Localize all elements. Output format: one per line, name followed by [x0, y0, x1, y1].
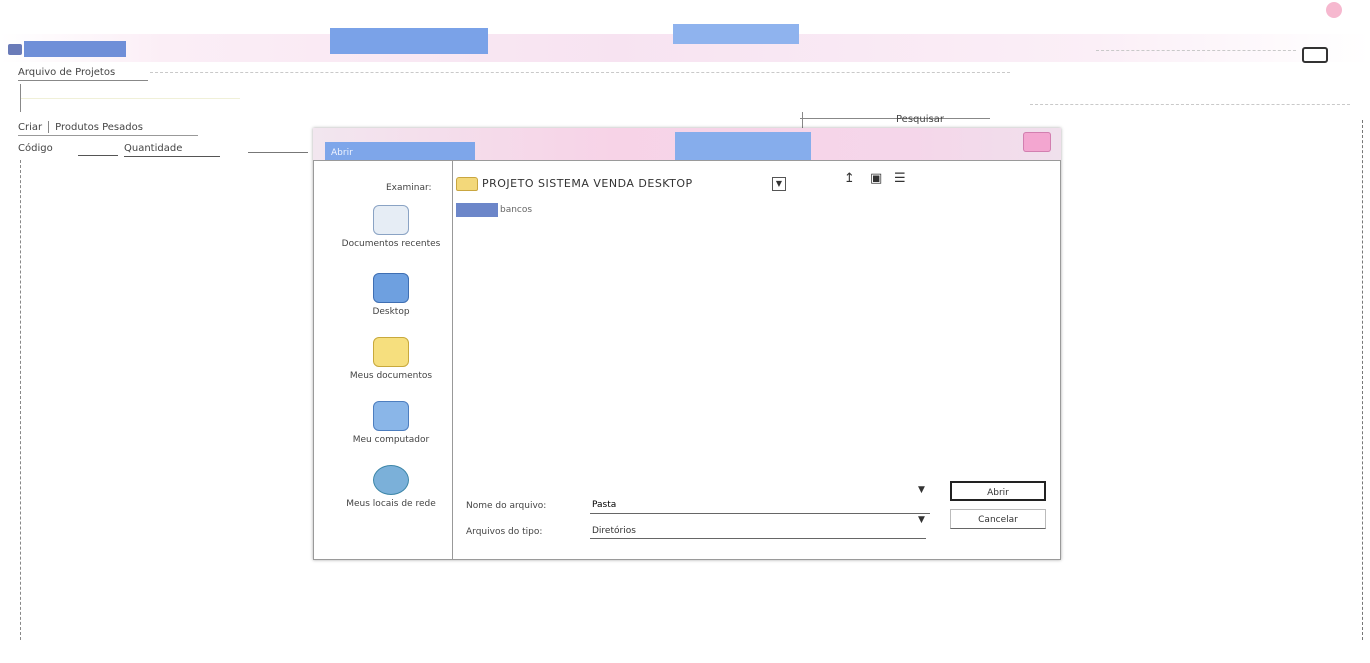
file-name: bancos: [500, 205, 533, 215]
tab-produtos[interactable]: Produtos Pesados: [55, 122, 143, 133]
my-computer-icon: [373, 401, 409, 431]
look-in-combobox[interactable]: PROJETO SISTEMA VENDA DESKTOP: [482, 175, 782, 193]
look-in-label: Examinar:: [386, 183, 432, 193]
frame-border: [1362, 120, 1363, 640]
dialog-titlebar[interactable]: Abrir: [313, 128, 1061, 164]
close-button[interactable]: [1023, 132, 1051, 152]
list-item[interactable]: bancos: [456, 203, 558, 217]
app-titlebar-highlight: [673, 24, 799, 44]
places-bar: Examinar: Documentos recentes Desktop Me…: [314, 161, 453, 559]
place-label: Meus locais de rede: [346, 499, 436, 509]
file-list[interactable]: bancos: [454, 195, 1058, 505]
place-my-documents[interactable]: Meus documentos: [332, 337, 450, 382]
dialog-titlebar-highlight: [675, 132, 811, 160]
quantidade-label: Quantidade: [124, 143, 183, 154]
pesquisar-label: Pesquisar: [896, 114, 944, 125]
codigo-input[interactable]: [78, 143, 118, 156]
tab-divider: [18, 135, 198, 136]
open-dialog: Abrir Examinar: Documentos recentes Desk…: [313, 128, 1061, 560]
file-type-label: Arquivos do tipo:: [466, 527, 543, 537]
chevron-down-icon[interactable]: ▼: [772, 177, 786, 191]
new-folder-icon[interactable]: ▣: [870, 171, 882, 186]
divider: [20, 98, 240, 99]
file-type-select[interactable]: Diretórios: [590, 523, 926, 539]
menu-bar[interactable]: Arquivo de Projetos: [18, 67, 115, 78]
codigo-label: Código: [18, 143, 53, 154]
divider: [248, 152, 308, 153]
place-recent-documents[interactable]: Documentos recentes: [332, 205, 450, 250]
folder-icon: [456, 177, 478, 191]
app-corner-icon: [1326, 2, 1342, 18]
restore-button[interactable]: [1302, 47, 1328, 63]
view-menu-icon[interactable]: ☰: [894, 171, 906, 186]
place-desktop[interactable]: Desktop: [332, 273, 450, 318]
frame-border: [802, 112, 803, 128]
desktop-icon: [373, 273, 409, 303]
app-titlebar-highlight: [330, 28, 488, 54]
tab-criar[interactable]: Criar: [18, 122, 42, 133]
app-title: [24, 41, 126, 57]
open-button[interactable]: Abrir: [950, 481, 1046, 501]
app-icon: [8, 44, 22, 55]
menu-divider: [18, 80, 148, 81]
cancel-button[interactable]: Cancelar: [950, 509, 1046, 529]
place-network[interactable]: Meus locais de rede: [332, 465, 450, 510]
place-label: Meu computador: [352, 435, 430, 445]
my-documents-icon: [373, 337, 409, 367]
place-label: Documentos recentes: [341, 239, 441, 249]
chevron-down-icon[interactable]: ▼: [918, 515, 925, 525]
chevron-down-icon[interactable]: ▼: [918, 485, 925, 495]
divider: [1030, 104, 1350, 105]
place-label: Meus documentos: [349, 371, 433, 381]
network-places-icon: [373, 465, 409, 495]
menu-item-arquivo[interactable]: Arquivo de Projetos: [18, 67, 115, 78]
place-my-computer[interactable]: Meu computador: [332, 401, 450, 446]
divider: [1096, 50, 1296, 51]
frame-border: [20, 84, 21, 112]
divider: [150, 72, 1010, 73]
dialog-body: Examinar: Documentos recentes Desktop Me…: [313, 160, 1061, 560]
tab-strip: Criar Produtos Pesados: [18, 121, 143, 133]
selection-highlight: [456, 203, 498, 217]
file-name-input[interactable]: [590, 497, 930, 514]
file-name-label: Nome do arquivo:: [466, 501, 547, 511]
quantidade-underline: [124, 156, 220, 157]
recent-documents-icon: [373, 205, 409, 235]
frame-border: [20, 160, 21, 640]
divider: [800, 118, 990, 119]
place-label: Desktop: [372, 307, 410, 317]
up-folder-icon[interactable]: ↥: [844, 171, 855, 186]
